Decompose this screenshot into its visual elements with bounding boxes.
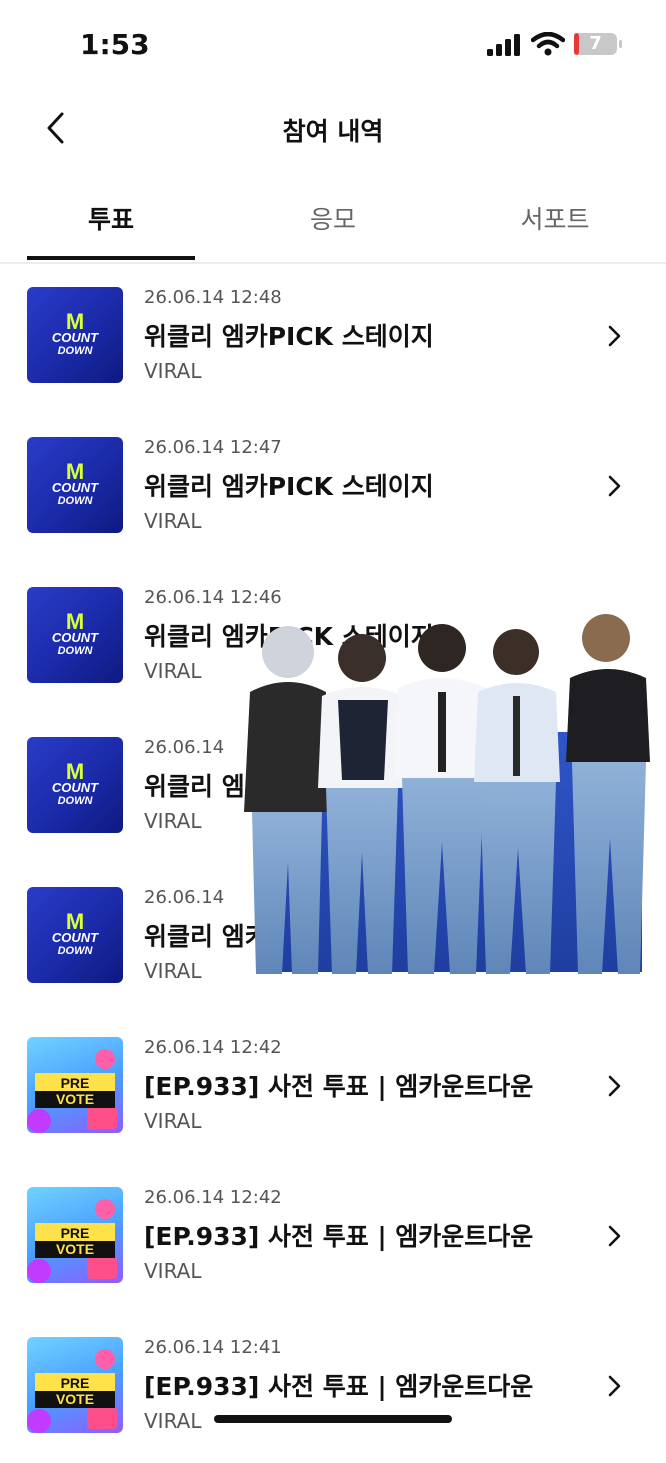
tab-entry[interactable]: 응모 — [222, 200, 444, 236]
svg-text:VOTE: VOTE — [56, 1241, 94, 1257]
svg-text:VOTE: VOTE — [56, 1091, 94, 1107]
mcountdown-thumbnail: M COUNT DOWN — [27, 887, 123, 983]
item-source: VIRAL — [144, 1109, 202, 1133]
tab-bar: 투표 응모 서포트 — [0, 190, 666, 264]
item-title: 위클리 엠카PICK 스테이지 — [144, 472, 434, 501]
chevron-right-icon — [608, 1075, 621, 1097]
svg-text:PRE: PRE — [61, 1375, 90, 1391]
svg-text:COUNT: COUNT — [52, 780, 99, 795]
item-date: 26.06.14 12:48 — [144, 287, 282, 308]
svg-text:DOWN: DOWN — [58, 495, 94, 507]
svg-text:VOTE: VOTE — [56, 1391, 94, 1407]
item-date: 26.06.14 — [144, 737, 225, 758]
list-item[interactable]: M COUNT DOWN 26.06.14 12:48 위클리 엠카PICK 스… — [0, 263, 666, 413]
chevron-right-icon — [608, 1375, 621, 1397]
item-title: [EP.933] 사전 투표 | 엠카운트다운 — [144, 1072, 534, 1101]
status-time: 1:53 — [80, 28, 150, 61]
wifi-icon — [531, 32, 565, 56]
mcountdown-thumbnail: M COUNT DOWN — [27, 437, 123, 533]
item-title: [EP.933] 사전 투표 | 엠카운트다운 — [144, 1372, 534, 1401]
item-date: 26.06.14 12:41 — [144, 1337, 282, 1358]
item-source: VIRAL — [144, 959, 202, 983]
chevron-right-icon — [608, 325, 621, 347]
svg-text:PRE: PRE — [61, 1075, 90, 1091]
list-item[interactable]: PRE VOTE 26.06.14 12:42 [EP.933] 사전 투표 |… — [0, 1163, 666, 1313]
svg-text:COUNT: COUNT — [52, 330, 99, 345]
cellular-signal-icon — [487, 34, 520, 56]
item-date: 26.06.14 12:42 — [144, 1037, 282, 1058]
chevron-right-icon — [608, 1225, 621, 1247]
prevote-thumbnail: PRE VOTE — [27, 1337, 123, 1433]
prevote-thumbnail: PRE VOTE — [27, 1037, 123, 1133]
battery-level: 7 — [589, 33, 602, 54]
item-date: 26.06.14 12:46 — [144, 587, 282, 608]
group-photo-overlay — [244, 614, 650, 974]
status-bar: 1:53 7 — [0, 0, 666, 90]
active-tab-indicator — [27, 256, 195, 260]
item-date: 26.06.14 12:42 — [144, 1187, 282, 1208]
svg-text:COUNT: COUNT — [52, 630, 99, 645]
item-source: VIRAL — [144, 659, 202, 683]
svg-text:DOWN: DOWN — [58, 945, 94, 957]
item-source: VIRAL — [144, 1409, 202, 1433]
mcountdown-thumbnail: M COUNT DOWN — [27, 587, 123, 683]
list-item[interactable]: M COUNT DOWN 26.06.14 12:47 위클리 엠카PICK 스… — [0, 413, 666, 563]
list-item[interactable]: PRE VOTE 26.06.14 12:42 [EP.933] 사전 투표 |… — [0, 1013, 666, 1163]
svg-text:COUNT: COUNT — [52, 930, 99, 945]
list-item[interactable]: PRE VOTE 26.06.14 12:41 [EP.933] 사전 투표 |… — [0, 1313, 666, 1463]
item-date: 26.06.14 — [144, 887, 225, 908]
svg-text:PRE: PRE — [61, 1225, 90, 1241]
svg-text:DOWN: DOWN — [58, 345, 94, 357]
item-source: VIRAL — [144, 359, 202, 383]
mcountdown-thumbnail: M COUNT DOWN — [27, 287, 123, 383]
header: 참여 내역 — [0, 90, 666, 170]
item-title: 위클리 엠카PICK 스테이지 — [144, 322, 434, 351]
prevote-thumbnail: PRE VOTE — [27, 1187, 123, 1283]
mcountdown-thumbnail: M COUNT DOWN — [27, 737, 123, 833]
tab-support[interactable]: 서포트 — [444, 200, 666, 236]
tab-vote[interactable]: 투표 — [0, 200, 222, 236]
item-source: VIRAL — [144, 1259, 202, 1283]
item-source: VIRAL — [144, 809, 202, 833]
svg-text:COUNT: COUNT — [52, 480, 99, 495]
item-source: VIRAL — [144, 509, 202, 533]
item-date: 26.06.14 12:47 — [144, 437, 282, 458]
home-indicator — [214, 1415, 452, 1423]
battery-icon: 7 — [573, 31, 623, 57]
svg-text:DOWN: DOWN — [58, 795, 94, 807]
chevron-right-icon — [608, 475, 621, 497]
svg-text:DOWN: DOWN — [58, 645, 94, 657]
page-title: 참여 내역 — [282, 117, 384, 146]
item-title: [EP.933] 사전 투표 | 엠카운트다운 — [144, 1222, 534, 1251]
